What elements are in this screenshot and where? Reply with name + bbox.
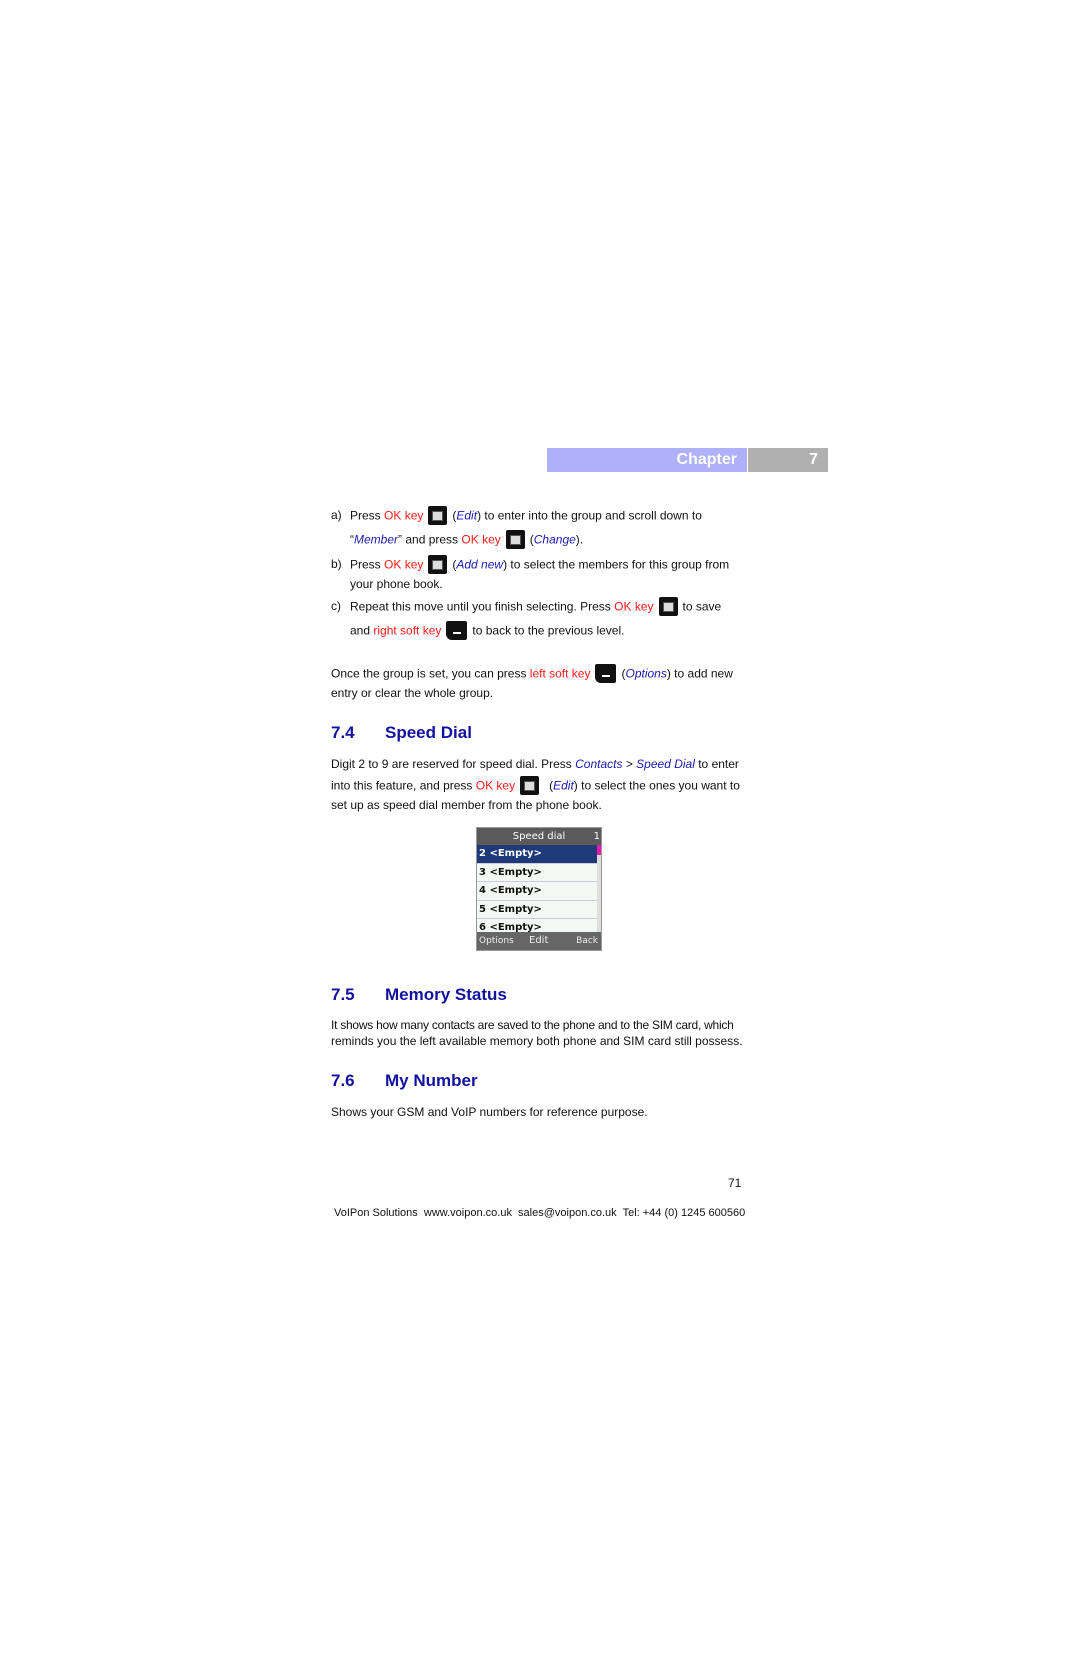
text: ). <box>575 532 584 547</box>
step-c-line1: Repeat this move until you finish select… <box>350 597 722 616</box>
speed-dial-line1: Digit 2 to 9 are reserved for speed dial… <box>331 756 739 772</box>
speed-dial-line3: set up as speed dial member from the pho… <box>331 798 602 812</box>
ok-key-label: OK key <box>384 557 424 572</box>
step-c-marker: c) <box>331 599 341 613</box>
options-label: Options <box>625 666 667 681</box>
ok-key-label: OK key <box>384 508 424 523</box>
softkey-options: Options <box>479 936 514 946</box>
left-soft-key-label: left soft key <box>529 666 591 681</box>
text: and <box>350 623 374 638</box>
speed-dial-line2: into this feature, and press OK key (Edit… <box>331 776 740 795</box>
section-title: Speed Dial <box>385 723 472 742</box>
member-label: Member <box>354 532 399 547</box>
phone-title: Speed dial <box>512 831 566 842</box>
text: ” and press <box>398 532 462 547</box>
contacts-label: Contacts <box>575 757 623 771</box>
text: Digit 2 to 9 are reserved for speed dial… <box>331 757 576 771</box>
section-heading-7-5: 7.5 Memory Status <box>331 985 507 1005</box>
ok-key-label: OK key <box>461 532 501 547</box>
edit-label: Edit <box>456 508 478 523</box>
memory-status-line1: It shows how many contacts are saved to … <box>331 1018 734 1032</box>
step-c-line2: and right soft key to back to the previou… <box>350 621 625 640</box>
text: ) to select the members for this group f… <box>503 557 730 572</box>
list-item: 3 <Empty> <box>477 864 597 882</box>
text: ) to enter into the group and scroll dow… <box>477 508 702 523</box>
my-number-text: Shows your GSM and VoIP numbers for refe… <box>331 1105 648 1119</box>
group-note-line1: Once the group is set, you can press lef… <box>331 664 733 683</box>
step-b-line1: Press OK key (Add new) to select the memb… <box>350 555 730 574</box>
softkey-back: Back <box>576 936 598 946</box>
text: into this feature, and press <box>331 778 476 793</box>
ok-key-label: OK key <box>475 778 516 793</box>
right-soft-key-icon <box>446 621 468 640</box>
list-item: 2 <Empty> <box>477 845 597 864</box>
list-item: 5 <Empty> <box>477 901 597 919</box>
phone-title-bar: Speed dial 1 <box>477 828 601 845</box>
text: ) to select the ones you want to <box>573 778 740 793</box>
text: to enter <box>694 757 739 771</box>
text: to save <box>682 599 722 614</box>
section-number: 7.5 <box>331 985 355 1004</box>
text: to back to the previous level. <box>472 623 625 638</box>
step-b-line2: your phone book. <box>350 577 443 591</box>
ok-key-icon <box>520 776 540 795</box>
step-a-line2: “Member” and press OK key (Change). <box>350 530 584 549</box>
memory-status-line2: reminds you the left available memory bo… <box>331 1034 743 1048</box>
section-number: 7.4 <box>331 723 355 742</box>
section-heading-7-4: 7.4 Speed Dial <box>331 723 472 743</box>
text: Repeat this move until you finish select… <box>350 599 615 614</box>
text: ) to add new <box>666 666 733 681</box>
left-soft-key-icon <box>595 664 617 683</box>
section-heading-7-6: 7.6 My Number <box>331 1071 478 1091</box>
footer-text: VoIPon Solutions www.voipon.co.uk sales@… <box>334 1207 746 1219</box>
group-note-line2: entry or clear the whole group. <box>331 686 494 700</box>
ok-key-icon <box>428 506 448 525</box>
text: Press <box>350 508 385 523</box>
scrollbar <box>597 845 601 933</box>
ok-key-icon <box>428 555 448 574</box>
softkey-edit: Edit <box>529 935 549 946</box>
add-new-label: Add new <box>456 557 504 572</box>
step-a-marker: a) <box>331 508 342 522</box>
page-number: 71 <box>728 1176 742 1190</box>
ok-key-icon <box>658 597 678 616</box>
speed-dial-label: Speed Dial <box>636 757 695 771</box>
ok-key-label: OK key <box>614 599 654 614</box>
text: Press <box>350 557 385 572</box>
phone-softkey-bar: Options Edit Back <box>477 932 601 950</box>
section-title: My Number <box>385 1071 478 1090</box>
step-a-line1: Press OK key (Edit) to enter into the gro… <box>350 506 702 525</box>
chapter-number: 7 <box>748 448 828 472</box>
phone-page: 1 <box>593 831 600 842</box>
scroll-thumb <box>597 845 601 855</box>
chapter-label: Chapter <box>547 448 747 472</box>
text: > <box>622 757 637 771</box>
section-title: Memory Status <box>385 985 507 1004</box>
section-number: 7.6 <box>331 1071 355 1090</box>
step-b-marker: b) <box>331 557 342 571</box>
change-label: Change <box>533 532 576 547</box>
ok-key-icon <box>505 530 525 549</box>
edit-label: Edit <box>553 778 574 793</box>
right-soft-key-label: right soft key <box>373 623 442 638</box>
list-item: 4 <Empty> <box>477 882 597 901</box>
phone-screenshot: Speed dial 1 2 <Empty> 3 <Empty> 4 <Empty… <box>476 827 602 951</box>
text: Once the group is set, you can press <box>331 666 530 681</box>
